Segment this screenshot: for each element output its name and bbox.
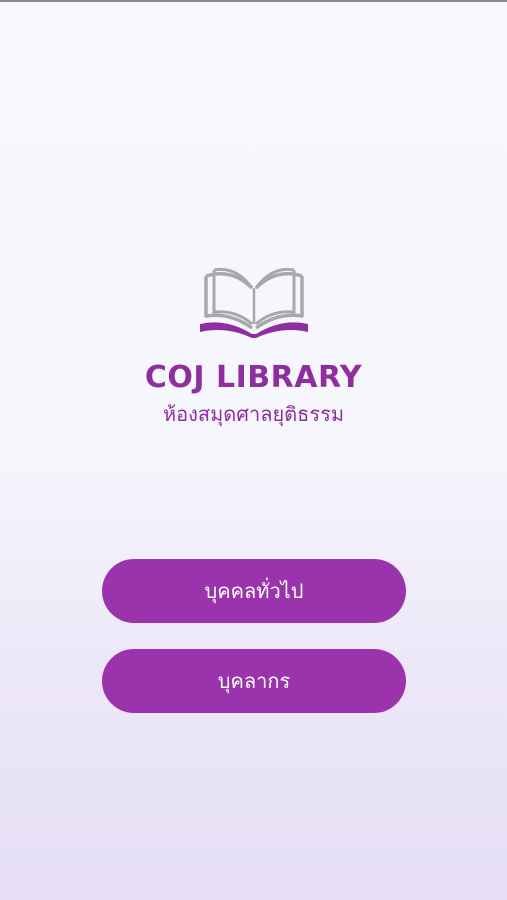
brand-subtitle: ห้องสมุดศาลยุติธรรม bbox=[162, 402, 345, 426]
staff-button[interactable]: บุคลากร bbox=[102, 649, 406, 713]
general-public-button[interactable]: บุคคลทั่วไป bbox=[102, 559, 406, 623]
brand-title: COJ LIBRARY bbox=[144, 360, 363, 395]
open-book-icon bbox=[200, 267, 308, 338]
top-divider bbox=[0, 0, 507, 2]
